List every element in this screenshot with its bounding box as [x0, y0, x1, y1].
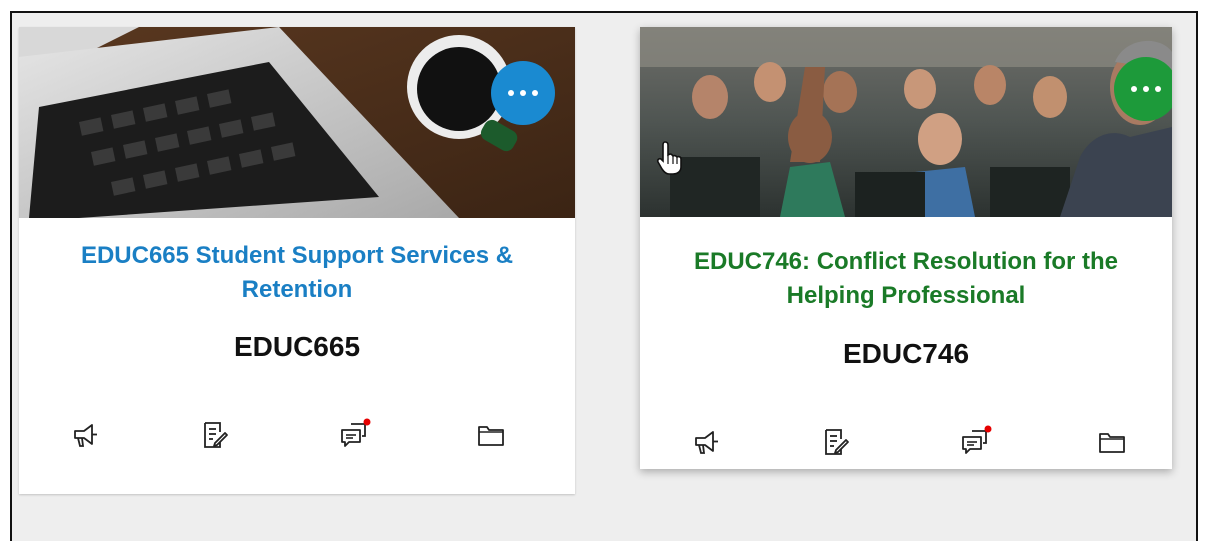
- dot-icon: [1131, 86, 1137, 92]
- assignments-button[interactable]: [815, 422, 855, 462]
- dot-icon: [532, 90, 538, 96]
- course-menu-button[interactable]: [1114, 57, 1172, 121]
- announcements-button[interactable]: [686, 422, 726, 462]
- assignments-icon: [825, 429, 849, 455]
- announcements-icon: [695, 431, 718, 454]
- dot-icon: [508, 90, 514, 96]
- course-card-actions: [640, 422, 1172, 462]
- discussions-icon: [341, 418, 371, 447]
- course-code: EDUC746: [842, 338, 970, 369]
- course-code: EDUC665: [233, 331, 361, 362]
- dot-icon: [1143, 86, 1149, 92]
- files-button[interactable]: [471, 415, 511, 455]
- discussions-icon: [962, 425, 992, 454]
- course-title-link[interactable]: EDUC665 Student Support Services & Reten…: [39, 239, 555, 307]
- assignments-icon: [204, 422, 228, 448]
- discussions-button[interactable]: [955, 422, 995, 462]
- folder-icon: [478, 426, 504, 446]
- announcements-icon: [74, 424, 97, 447]
- course-card-image[interactable]: [19, 27, 575, 218]
- course-menu-button[interactable]: [491, 61, 555, 125]
- course-card-image[interactable]: [640, 27, 1172, 217]
- announcements-button[interactable]: [65, 415, 105, 455]
- discussions-button[interactable]: [334, 415, 374, 455]
- unread-badge: [363, 418, 371, 426]
- dot-icon: [520, 90, 526, 96]
- course-card-educ665[interactable]: EDUC665 Student Support Services & Reten…: [19, 27, 575, 494]
- course-title-link[interactable]: EDUC746: Conflict Resolution for the Hel…: [660, 245, 1152, 313]
- files-button[interactable]: [1092, 422, 1132, 462]
- dot-icon: [1155, 86, 1161, 92]
- folder-icon: [1099, 433, 1125, 453]
- assignments-button[interactable]: [194, 415, 234, 455]
- course-card-educ746[interactable]: EDUC746: Conflict Resolution for the Hel…: [640, 27, 1172, 469]
- course-card-actions: [19, 415, 575, 455]
- hand-cursor-icon: [656, 141, 682, 175]
- unread-badge: [984, 425, 992, 433]
